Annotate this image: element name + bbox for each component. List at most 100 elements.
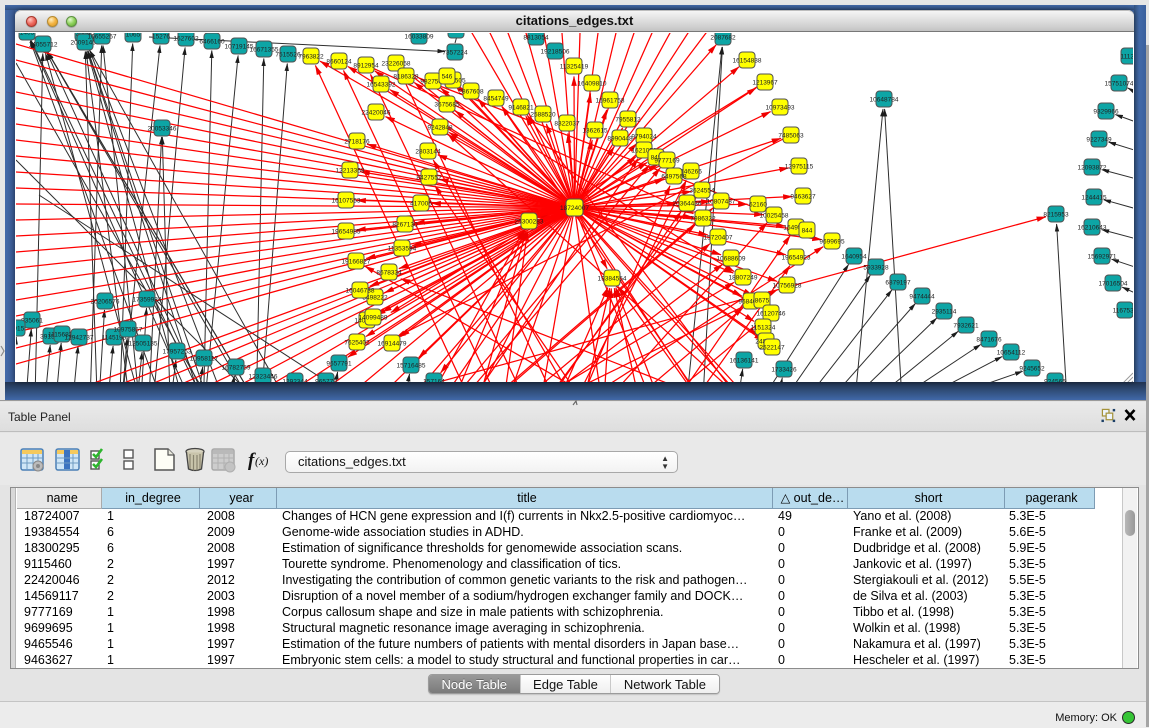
svg-text:6497568: 6497568 <box>661 174 687 181</box>
svg-text:10756928: 10756928 <box>773 283 802 290</box>
svg-text:9777169: 9777169 <box>654 158 680 165</box>
svg-text:6466160: 6466160 <box>199 39 225 46</box>
svg-text:25300283: 25300283 <box>515 219 544 226</box>
svg-text:17359934: 17359934 <box>133 297 162 304</box>
svg-text:19654985: 19654985 <box>332 229 361 236</box>
svg-text:924565: 924565 <box>1044 379 1066 383</box>
svg-text:16120746: 16120746 <box>757 311 786 318</box>
svg-text:157164: 157164 <box>423 379 445 383</box>
svg-text:15716485: 15716485 <box>397 363 426 370</box>
svg-text:1167534: 1167534 <box>1113 308 1133 315</box>
svg-text:8660124: 8660124 <box>326 59 352 66</box>
svg-text:3915: 3915 <box>16 326 25 333</box>
svg-text:15276: 15276 <box>152 34 170 41</box>
svg-text:16136141: 16136141 <box>730 358 759 365</box>
svg-text:7485063: 7485063 <box>778 133 804 140</box>
svg-text:8990448: 8990448 <box>607 136 633 143</box>
svg-text:9242848: 9242848 <box>427 125 453 132</box>
svg-text:1405: 1405 <box>20 33 35 37</box>
svg-text:8912954: 8912954 <box>353 63 379 70</box>
svg-text:2087682: 2087682 <box>710 35 736 42</box>
svg-text:3624554: 3624554 <box>689 188 715 195</box>
svg-text:20364436: 20364436 <box>673 201 702 208</box>
svg-text:14055712: 14055712 <box>29 42 58 49</box>
svg-text:6879197: 6879197 <box>885 280 911 287</box>
svg-text:7357224: 7357224 <box>442 50 468 57</box>
svg-text:16210643: 16210643 <box>1078 225 1107 232</box>
svg-text:5933928: 5933928 <box>863 265 889 272</box>
svg-text:18807249: 18807249 <box>729 275 758 282</box>
svg-text:8427552: 8427552 <box>416 175 442 182</box>
svg-text:2718176: 2718176 <box>344 139 370 146</box>
svg-text:11120: 11120 <box>1120 54 1133 61</box>
svg-text:8813054: 8813054 <box>523 35 549 42</box>
svg-text:8678334: 8678334 <box>376 270 402 277</box>
svg-text:2588520: 2588520 <box>530 112 556 119</box>
svg-text:15751074: 15751074 <box>1105 81 1133 88</box>
svg-text:9794024: 9794024 <box>631 134 657 141</box>
svg-text:1292344: 1292344 <box>282 379 308 383</box>
svg-text:14099489: 14099489 <box>359 315 388 322</box>
svg-text:23226058: 23226058 <box>382 61 411 68</box>
svg-text:16409810: 16409810 <box>578 81 607 88</box>
svg-text:9463627: 9463627 <box>790 194 816 201</box>
svg-text:15720407: 15720407 <box>704 235 733 242</box>
svg-text:16046738: 16046738 <box>346 288 375 295</box>
svg-text:1733426: 1733426 <box>771 367 797 374</box>
svg-text:2935114: 2935114 <box>932 309 957 316</box>
svg-text:12323446: 12323446 <box>249 374 278 381</box>
svg-text:9227349: 9227349 <box>1086 137 1112 144</box>
svg-text:8322037: 8322037 <box>554 121 580 128</box>
svg-text:7932621: 7932621 <box>953 323 979 330</box>
svg-text:1151324: 1151324 <box>751 325 776 332</box>
svg-text:8454749: 8454749 <box>483 96 509 103</box>
svg-text:2803144: 2803144 <box>415 149 441 156</box>
svg-text:19166827: 19166827 <box>342 259 371 266</box>
svg-text:3675685: 3675685 <box>434 102 460 109</box>
svg-text:11325419: 11325419 <box>560 64 589 71</box>
svg-text:16914479: 16914479 <box>378 341 407 348</box>
svg-text:1640954: 1640954 <box>841 254 867 261</box>
svg-text:844: 844 <box>802 228 813 235</box>
svg-text:2522147: 2522147 <box>759 345 785 352</box>
svg-text:8813: 8813 <box>449 33 464 35</box>
svg-text:20206576: 20206576 <box>91 299 120 306</box>
svg-text:16154838: 16154838 <box>733 58 762 65</box>
svg-text:8215953: 8215953 <box>1043 212 1069 219</box>
svg-text:19654923: 19654923 <box>782 255 811 262</box>
svg-text:22420046: 22420046 <box>362 110 391 117</box>
svg-text:1213967: 1213967 <box>752 80 778 87</box>
svg-text:16033809: 16033809 <box>405 34 434 41</box>
svg-text:8267130: 8267130 <box>392 222 418 229</box>
svg-text:10648784: 10648784 <box>870 97 899 104</box>
svg-text:10975867: 10975867 <box>114 327 143 334</box>
svg-text:20053346: 20053346 <box>148 126 177 133</box>
svg-text:7963822: 7963822 <box>298 54 324 61</box>
svg-text:19384554: 19384554 <box>598 276 627 283</box>
svg-text:62160: 62160 <box>749 202 767 209</box>
svg-text:8675: 8675 <box>755 298 770 305</box>
svg-text:10655267: 10655267 <box>88 34 117 41</box>
svg-text:7515526: 7515526 <box>275 52 301 59</box>
svg-text:10688609: 10688609 <box>717 256 746 263</box>
svg-text:10958117: 10958117 <box>190 356 219 363</box>
svg-text:11353594: 11353594 <box>388 246 417 253</box>
svg-text:17957253: 17957253 <box>163 349 192 356</box>
svg-text:10025458: 10025458 <box>760 213 789 220</box>
svg-text:2867608: 2867608 <box>458 89 484 96</box>
svg-text:7986322: 7986322 <box>690 216 716 223</box>
svg-text:7955812: 7955812 <box>615 117 641 124</box>
svg-text:10973493: 10973493 <box>766 105 795 112</box>
svg-text:9329966: 9329966 <box>1093 109 1119 116</box>
svg-text:(x): (x) <box>255 454 268 468</box>
svg-text:10807487: 10807487 <box>707 199 736 206</box>
svg-text:16961758: 16961758 <box>596 98 625 105</box>
svg-text:9146821: 9146821 <box>508 105 534 112</box>
svg-text:965779: 965779 <box>315 379 337 383</box>
svg-text:546: 546 <box>442 74 453 81</box>
svg-text:8471676: 8471676 <box>976 337 1002 344</box>
svg-text:1362615: 1362615 <box>582 128 608 135</box>
svg-text:12942737: 12942737 <box>65 335 94 342</box>
svg-text:8186328: 8186328 <box>393 74 419 81</box>
svg-text:12975115: 12975115 <box>785 164 814 171</box>
